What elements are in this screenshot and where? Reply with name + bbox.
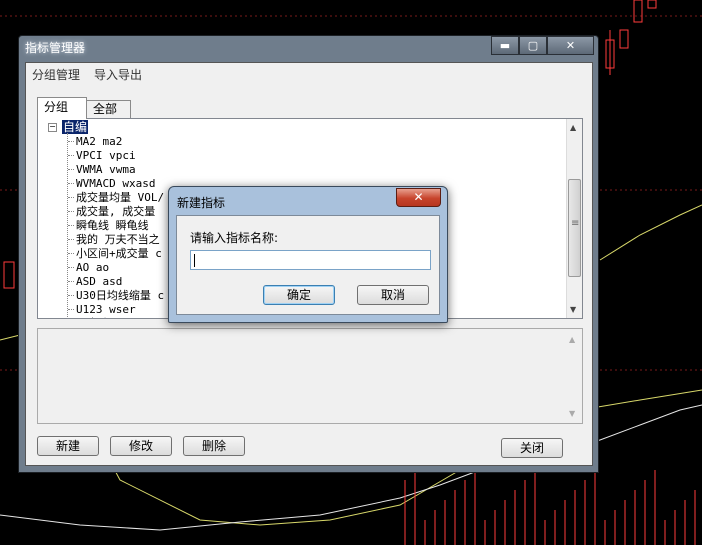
tree-item[interactable]: 瞬龟线 瞬龟线 [68,219,149,232]
dialog-title: 新建指标 [177,196,226,210]
candlestick [3,261,15,289]
delete-button[interactable]: 删除 [183,436,245,456]
tree-item[interactable]: VWMA vwma [68,163,136,176]
window-close-button[interactable]: ✕ [547,36,594,55]
tree-item[interactable]: 小区间+成交量 c [68,247,162,260]
close-icon: ✕ [413,190,424,204]
modify-button[interactable]: 修改 [110,436,172,456]
scroll-up-icon[interactable]: ▲ [570,123,576,132]
minimize-icon: ▬ [499,39,511,52]
tree-root-self-made[interactable]: 自编 [62,120,89,134]
dialog-client-area: 请输入指标名称: 确定 取消 [176,215,440,315]
scroll-down-icon[interactable]: ▼ [570,305,576,314]
tree-item[interactable]: 成交量, 成交量 [67,205,155,218]
tree-item[interactable]: MA2 ma2 [67,135,122,148]
scroll-up-icon[interactable]: ▲ [569,335,575,344]
scroll-down-icon[interactable]: ▼ [569,409,575,418]
menu-bar: 分组管理 导入导出 [26,63,592,83]
candlestick [647,0,657,9]
maximize-icon: ▢ [527,39,539,52]
candlestick [633,0,643,23]
dialog-close-button[interactable]: ✕ [396,188,441,207]
minimize-button[interactable]: ▬ [491,36,519,55]
collapse-icon[interactable]: − [48,123,57,132]
tree-item[interactable]: WVMACD wxasd [67,177,155,190]
close-icon: ✕ [565,39,576,52]
grip-icon: ≡ [571,218,580,229]
close-button[interactable]: 关闭 [501,438,563,458]
ma-line-yellow-upper [599,204,702,261]
cancel-button[interactable]: 取消 [357,285,429,305]
tree-scrollbar[interactable]: ▲ ≡ ▼ [566,119,582,318]
tree-item[interactable]: ASD asd [67,275,122,288]
window-title: 指标管理器 [25,41,86,55]
tree-item[interactable]: U30日均线缩量 c [67,289,164,302]
tree-item[interactable]: U123 wser [68,303,136,316]
tree-item[interactable]: 我的 万夫不当之 [68,233,160,246]
indicator-name-input[interactable] [190,250,431,270]
scroll-thumb[interactable]: ≡ [568,179,581,277]
tab-group[interactable]: 分组 [37,97,87,119]
menu-group-management[interactable]: 分组管理 [32,66,80,83]
tree-guide-line [67,133,68,318]
new-indicator-dialog: 新建指标 ✕ 请输入指标名称: 确定 取消 [168,186,448,323]
description-panel: ▲ ▼ [37,328,583,424]
text-caret [194,254,195,267]
description-scrollbar[interactable]: ▲ ▼ [566,329,582,423]
tree-item[interactable]: AO ao [67,261,109,274]
tab-all[interactable]: 全部 [86,100,131,118]
candlestick [619,29,629,49]
tree-item[interactable]: VPCI vpci [68,149,136,162]
tree-item[interactable]: 成交量均量 VOL/ [67,191,164,204]
tree-item[interactable]: 形态选股 [76,317,120,318]
menu-import-export[interactable]: 导入导出 [94,66,142,83]
new-button[interactable]: 新建 [37,436,99,456]
maximize-button[interactable]: ▢ [519,36,547,55]
ok-button[interactable]: 确定 [263,285,335,305]
indicator-name-label: 请输入指标名称: [190,231,279,245]
